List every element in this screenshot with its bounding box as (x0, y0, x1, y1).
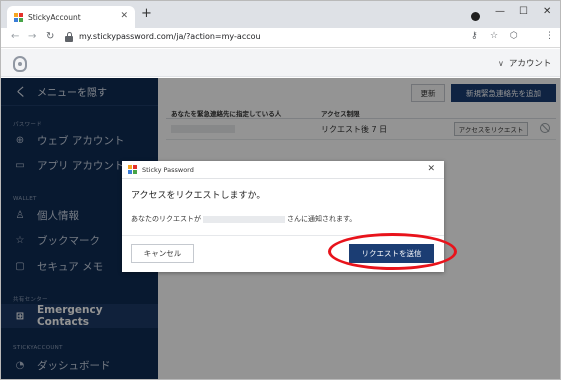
bookmark-star-icon[interactable]: ☆ (490, 31, 498, 41)
app-header: ∨ アカウント (1, 49, 560, 77)
account-label: アカウント (508, 59, 552, 69)
profile-icon[interactable] (471, 12, 480, 21)
dialog-title: Sticky Password (142, 165, 194, 174)
maximize-button[interactable]: ☐ (519, 6, 528, 17)
chevron-down-icon: ∨ (498, 58, 504, 68)
cancel-button[interactable]: キャンセル (131, 244, 194, 263)
browser-tabbar: StickyAccount ✕ + — ☐ ✕ (1, 1, 560, 28)
sticky-favicon-icon (128, 165, 137, 174)
minimize-button[interactable]: — (495, 6, 505, 17)
close-window-button[interactable]: ✕ (543, 6, 551, 17)
redacted-name (203, 215, 285, 223)
dialog-heading: アクセスをリクエストしますか。 (131, 191, 266, 201)
tab-close-icon[interactable]: ✕ (120, 11, 128, 21)
sticky-favicon-icon (14, 12, 23, 22)
dialog-message: あなたのリクエストが さんに通知されます。 (131, 214, 356, 224)
sticky-logo-icon[interactable] (13, 56, 27, 72)
lock-icon[interactable] (65, 32, 73, 42)
address-bar: ← → ↻ my.stickypassword.com/ja/?action=m… (1, 28, 560, 48)
highlight-annotation (328, 233, 457, 270)
url-field[interactable]: my.stickypassword.com/ja/?action=my-acco… (79, 32, 261, 41)
screenshot-frame: StickyAccount ✕ + — ☐ ✕ ← → ↻ my.stickyp… (0, 0, 561, 380)
account-menu-button[interactable]: ∨ アカウント (498, 57, 552, 70)
close-icon[interactable]: ✕ (427, 164, 435, 174)
dialog-titlebar: Sticky Password ✕ (122, 161, 444, 179)
browser-tab[interactable]: StickyAccount ✕ (7, 6, 135, 28)
key-icon[interactable]: ⚷ (471, 31, 478, 41)
message-prefix: あなたのリクエストが (131, 215, 201, 223)
forward-icon[interactable]: → (28, 31, 36, 42)
extensions-icon[interactable]: ⬡ (510, 31, 518, 41)
back-icon[interactable]: ← (11, 31, 19, 42)
new-tab-button[interactable]: + (141, 7, 152, 21)
reload-icon[interactable]: ↻ (46, 31, 54, 42)
tab-title: StickyAccount (28, 12, 81, 22)
browser-menu-icon[interactable]: ⋮ (545, 31, 554, 41)
message-suffix: さんに通知されます。 (287, 215, 357, 223)
